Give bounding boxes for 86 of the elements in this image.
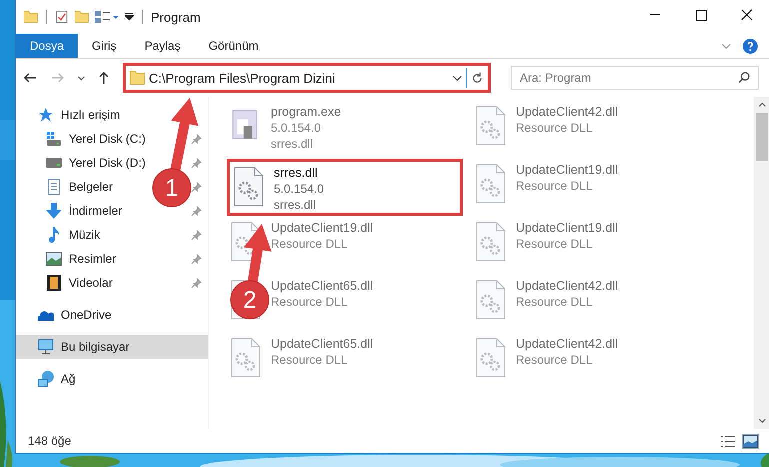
file-name: UpdateClient65.dll xyxy=(271,278,374,294)
sidebar-item[interactable]: Müzik xyxy=(46,223,104,247)
file-detail: Resource DLL xyxy=(516,120,594,136)
file-detail: Resource DLL xyxy=(516,178,594,194)
gear-file-icon xyxy=(476,280,506,320)
step-badge: 1 xyxy=(152,168,192,208)
refresh-icon[interactable] xyxy=(471,72,484,84)
sidebar-item[interactable]: Videolar xyxy=(46,271,117,295)
file-detail: 5.0.154.0 xyxy=(271,120,322,136)
star-icon xyxy=(38,107,54,123)
ribbon-tab[interactable]: Dosya xyxy=(16,34,78,58)
file-detail: Resource DLL xyxy=(516,352,594,368)
gear-file-icon xyxy=(476,106,506,146)
monitor-icon xyxy=(38,339,54,355)
pin-icon[interactable] xyxy=(191,230,202,240)
sidebar-item[interactable]: Yerel Disk (D:) xyxy=(46,151,150,175)
file-detail: srres.dll xyxy=(271,136,314,152)
film-icon xyxy=(46,275,62,291)
search-icon[interactable] xyxy=(738,71,751,84)
annotation-arrow xyxy=(244,224,272,283)
pin-icon[interactable] xyxy=(191,182,202,192)
folder-icon xyxy=(130,71,145,85)
file-name: UpdateClient65.dll xyxy=(271,336,374,352)
music-note-icon xyxy=(46,227,62,243)
sidebar-item[interactable]: OneDrive xyxy=(16,303,208,327)
chevron-down-icon[interactable] xyxy=(453,76,462,80)
sidebar-item[interactable]: Ağ xyxy=(16,367,208,391)
scrollbar-thumb[interactable] xyxy=(756,113,768,161)
network-icon xyxy=(38,371,54,387)
file-detail: srres.dll xyxy=(274,197,318,213)
search-field[interactable]: Ara: Program xyxy=(511,66,759,90)
file-name: UpdateClient42.dll xyxy=(516,278,618,294)
ribbon-tab[interactable]: Görünüm xyxy=(194,34,273,58)
window-title: Program xyxy=(151,10,201,24)
view-dropdown-icon[interactable] xyxy=(95,11,119,23)
file-detail: Resource DLL xyxy=(271,352,349,368)
checklist-icon[interactable] xyxy=(55,11,69,23)
file-name: UpdateClient19.dll xyxy=(516,162,618,178)
landscape-icon xyxy=(46,251,62,267)
sidebar-item[interactable]: Hızlı erişim xyxy=(16,103,208,127)
drive-icon xyxy=(46,131,62,147)
sidebar-item[interactable]: İndirmeler xyxy=(46,199,126,223)
up-arrow-icon[interactable] xyxy=(99,72,109,84)
file-name: UpdateClient19.dll xyxy=(271,220,374,236)
download-arrow-icon xyxy=(46,203,62,219)
help-icon[interactable] xyxy=(743,38,758,54)
step-badge: 2 xyxy=(230,280,270,320)
address-bar[interactable]: C:\Program Files\Program Dizini xyxy=(123,63,491,93)
gear-file-icon xyxy=(231,338,261,378)
pin-icon[interactable] xyxy=(191,278,202,288)
details-view-icon[interactable] xyxy=(721,436,735,446)
caret-down-icon[interactable] xyxy=(125,13,134,21)
highlighted-file-item[interactable]: srres.dll 5.0.154.0 srres.dll xyxy=(227,159,463,216)
item-count: 148 öğe xyxy=(28,434,72,448)
drive-icon xyxy=(46,155,62,171)
file-detail: Resource DLL xyxy=(271,236,349,252)
file-name: UpdateClient42.dll xyxy=(516,336,618,352)
gear-file-icon xyxy=(476,222,506,262)
chevron-down-icon[interactable] xyxy=(758,419,766,423)
file-name: srres.dll xyxy=(274,165,319,181)
back-arrow-icon[interactable] xyxy=(24,73,37,83)
ribbon-tab[interactable]: Giriş xyxy=(78,34,131,58)
file-detail: Resource DLL xyxy=(271,294,349,310)
pin-icon[interactable] xyxy=(191,134,202,144)
file-detail: 5.0.154.0 xyxy=(274,181,324,197)
pin-icon[interactable] xyxy=(191,206,202,216)
sidebar-item[interactable]: Belgeler xyxy=(46,175,118,199)
sidebar-item[interactable]: Bu bilgisayar xyxy=(16,335,208,359)
ribbon-tab[interactable]: Paylaş xyxy=(130,34,195,58)
gear-file-icon xyxy=(476,338,506,378)
sidebar-item[interactable]: Resimler xyxy=(46,247,120,271)
pin-icon[interactable] xyxy=(191,254,202,264)
file-name: UpdateClient19.dll xyxy=(516,220,618,236)
file-name: UpdateClient42.dll xyxy=(516,104,618,120)
file-name: program.exe xyxy=(271,104,342,120)
chevron-down-icon[interactable] xyxy=(78,76,85,80)
chevron-up-icon[interactable] xyxy=(758,103,766,107)
sidebar-item[interactable]: Yerel Disk (C:) xyxy=(46,127,150,151)
gear-file-icon xyxy=(476,164,506,204)
file-detail: Resource DLL xyxy=(516,294,594,310)
file-detail: Resource DLL xyxy=(516,236,594,252)
pin-icon[interactable] xyxy=(191,158,202,168)
gear-file-icon xyxy=(234,167,264,207)
address-path: C:\Program Files\Program Dizini xyxy=(149,70,336,86)
document-icon xyxy=(46,179,62,195)
large-icons-view-icon[interactable] xyxy=(743,434,758,448)
